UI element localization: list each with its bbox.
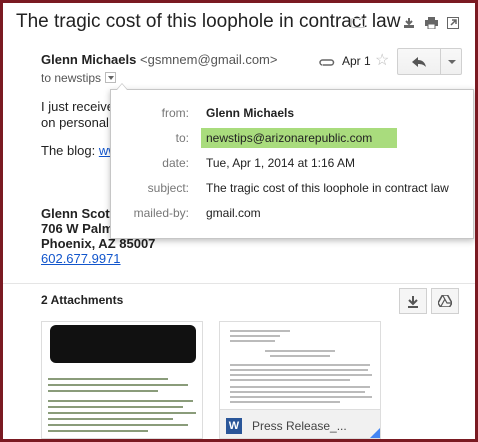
thumbnail-text-line xyxy=(48,430,148,432)
document-text-line xyxy=(230,364,370,366)
thumbnail-image-graphic xyxy=(50,325,196,363)
sender-name: Glenn Michaels xyxy=(41,52,137,67)
more-options-button[interactable] xyxy=(440,48,462,75)
subject-bar: The tragic cost of this loophole in cont… xyxy=(3,3,475,41)
attachments-title: 2 Attachments xyxy=(41,293,124,307)
attachment-footer: W Press Release_... xyxy=(220,409,380,438)
mailedby-value: gmail.com xyxy=(206,206,261,220)
document-text-line xyxy=(230,396,372,398)
document-text-line xyxy=(230,330,290,332)
blog-line: The blog: ww xyxy=(41,143,118,158)
thumbnail-text-line xyxy=(48,412,196,414)
expand-all-icon[interactable] xyxy=(401,15,417,31)
save-to-drive-button[interactable] xyxy=(431,288,459,314)
document-text-line xyxy=(230,374,372,376)
thumbnail-text-line xyxy=(48,378,168,380)
attachment-image-thumbnail[interactable] xyxy=(41,321,203,439)
paperclip-icon xyxy=(319,55,335,73)
print-icon[interactable] xyxy=(423,15,439,31)
attachment-filename: Press Release_... xyxy=(252,419,347,433)
to-label: to: xyxy=(175,131,189,145)
recipient-line: to newstips xyxy=(41,71,117,85)
document-text-line xyxy=(230,401,340,403)
body-line: I just receive xyxy=(41,99,114,114)
document-text-line xyxy=(270,355,330,357)
from-value: Glenn Michaels xyxy=(206,106,295,120)
thumbnail-text-line xyxy=(48,384,188,386)
date-value: Tue, Apr 1, 2014 at 1:16 AM xyxy=(206,156,355,170)
document-text-line xyxy=(230,379,350,381)
subject-label: subject: xyxy=(147,181,189,195)
from-label: from: xyxy=(161,106,189,120)
thumbnail-text-line xyxy=(48,390,158,392)
email-view: The tragic cost of this loophole in cont… xyxy=(3,3,475,439)
document-text-line xyxy=(265,350,335,352)
document-text-line xyxy=(230,391,365,393)
details-to-row: to: newstips@arizonarepublic.com xyxy=(111,128,475,148)
mailedby-label: mailed-by: xyxy=(133,206,189,220)
label-icon[interactable] xyxy=(351,18,365,28)
to-value: newstips@arizonarepublic.com xyxy=(201,128,397,148)
word-doc-icon: W xyxy=(226,418,242,434)
reply-button[interactable] xyxy=(397,48,441,75)
thumbnail-text-line xyxy=(48,424,188,426)
sender[interactable]: Glenn Michaels <gsmnem@gmail.com> xyxy=(41,52,277,67)
body-line: on personal xyxy=(41,115,109,130)
document-text-line xyxy=(230,369,368,371)
signature-phone[interactable]: 602.677.9971 xyxy=(41,251,121,266)
download-all-button[interactable] xyxy=(399,288,427,314)
drive-icon xyxy=(438,295,452,307)
sender-email: <gsmnem@gmail.com> xyxy=(140,52,278,67)
new-window-icon[interactable] xyxy=(445,15,461,31)
attachment-document-thumbnail[interactable]: W Press Release_... xyxy=(219,321,381,439)
thumbnail-text-line xyxy=(48,406,183,408)
signature-name: Glenn Scott xyxy=(41,206,114,221)
details-mailedby-row: mailed-by: gmail.com xyxy=(111,203,475,223)
star-icon[interactable]: ☆ xyxy=(375,50,389,70)
thumbnail-text-line xyxy=(48,418,173,420)
message-details-popup: from: Glenn Michaels to: newstips@arizon… xyxy=(110,83,475,239)
document-text-line xyxy=(230,340,275,342)
thumbnail-text-line xyxy=(48,400,193,402)
email-subject: The tragic cost of this loophole in cont… xyxy=(16,11,401,32)
page-corner-icon xyxy=(368,426,380,438)
date-label: date: xyxy=(162,156,189,170)
recipient-text: to newstips xyxy=(41,71,102,85)
signature-address: 706 W Palm xyxy=(41,221,114,236)
reply-icon xyxy=(412,56,426,67)
blog-label: The blog: xyxy=(41,143,99,158)
details-subject-row: subject: The tragic cost of this loophol… xyxy=(111,178,475,198)
show-details-icon[interactable] xyxy=(105,72,117,83)
attachments-divider xyxy=(3,283,475,284)
subject-value: The tragic cost of this loophole in cont… xyxy=(206,181,449,195)
message-date: Apr 1 xyxy=(342,54,371,68)
document-text-line xyxy=(230,386,370,388)
details-from-row: from: Glenn Michaels xyxy=(111,103,475,123)
details-date-row: date: Tue, Apr 1, 2014 at 1:16 AM xyxy=(111,153,475,173)
document-text-line xyxy=(230,335,280,337)
download-icon xyxy=(408,295,418,308)
